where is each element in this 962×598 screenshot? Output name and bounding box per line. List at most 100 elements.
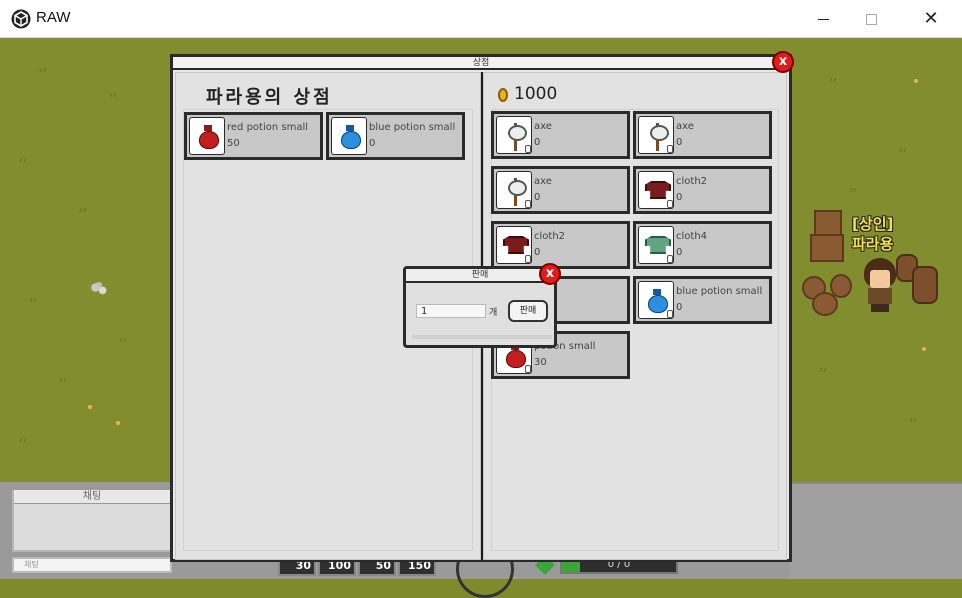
inventory-slot[interactable]: cloth2 0 — [633, 166, 772, 214]
cloth-icon — [645, 181, 671, 199]
close-icon: x — [545, 266, 555, 281]
inventory-slot[interactable]: blue potion small 0 — [633, 276, 772, 324]
item-icon-frame — [496, 171, 532, 209]
chat-input[interactable]: 채팅 — [12, 557, 172, 573]
flower — [86, 404, 94, 410]
quantity-unit: 개 — [489, 308, 498, 318]
sell-button[interactable]: 판매 — [508, 300, 548, 322]
close-icon: x — [778, 54, 788, 69]
crate — [810, 234, 844, 262]
unity-logo-icon — [11, 9, 31, 29]
minimize-button[interactable] — [800, 0, 846, 38]
grass-tuft — [19, 438, 27, 442]
item-price: 50 — [227, 138, 240, 149]
pot — [830, 274, 852, 298]
item-count: 0 — [534, 247, 541, 258]
shop-name: 파라용의 상점 — [206, 87, 333, 108]
lock-icon — [525, 200, 531, 208]
close-button[interactable]: ✕ — [908, 0, 954, 38]
sell-dialog: 판매 개 판매 — [403, 266, 557, 348]
item-icon-frame — [638, 226, 674, 264]
grass-tuft — [119, 338, 127, 342]
grass-tuft — [829, 78, 837, 82]
grass-tuft — [79, 208, 87, 212]
npc-role: [상인] — [852, 215, 894, 233]
lock-icon — [667, 145, 673, 153]
grass-tuft — [39, 68, 47, 72]
crate — [814, 210, 842, 236]
item-icon-frame — [638, 281, 674, 319]
item-icon-frame — [331, 117, 367, 155]
grass-tuft — [849, 188, 857, 192]
minimize-icon — [817, 18, 829, 20]
item-name: axe — [534, 121, 552, 132]
gold-amount: 1000 — [514, 84, 558, 104]
blue-potion-icon — [341, 125, 361, 149]
title-bar: RAW ✕ — [0, 0, 962, 38]
npc-body — [868, 288, 892, 304]
axe-icon — [505, 121, 527, 151]
sell-dialog-footer — [412, 335, 552, 339]
grass-tuft — [909, 418, 917, 422]
item-price: 0 — [369, 138, 376, 149]
cloth-icon — [503, 236, 529, 254]
maximize-button[interactable] — [848, 0, 894, 38]
item-name: cloth2 — [534, 231, 566, 242]
grass-tuft — [59, 378, 67, 382]
stones — [90, 282, 108, 296]
grass-tuft — [819, 368, 827, 372]
barrel — [912, 266, 938, 304]
coin-icon — [498, 88, 508, 102]
cloth-icon — [645, 236, 671, 254]
item-icon-frame — [496, 116, 532, 154]
flower — [920, 346, 928, 352]
inventory-slot[interactable]: cloth2 0 — [491, 221, 630, 269]
item-icon-frame — [638, 116, 674, 154]
lock-icon — [525, 255, 531, 263]
item-count: 0 — [676, 302, 683, 313]
chat-tab[interactable]: 채팅 — [14, 490, 170, 504]
item-icon-frame — [189, 117, 225, 155]
shop-item-slot[interactable]: blue potion small 0 — [326, 112, 465, 160]
maximize-icon — [865, 13, 877, 25]
flower — [114, 420, 122, 426]
npc-face — [870, 270, 890, 288]
lock-icon — [525, 145, 531, 153]
lock-icon — [667, 310, 673, 318]
lock-icon — [525, 365, 531, 373]
flower — [912, 78, 920, 84]
item-name: red potion small — [227, 122, 309, 133]
inventory-slot[interactable]: axe 0 — [633, 111, 772, 159]
item-count: 0 — [676, 247, 683, 258]
axe-icon — [647, 121, 669, 151]
npc-name: 파라용 — [852, 235, 894, 253]
item-icon-frame — [638, 171, 674, 209]
grass-tuft — [29, 298, 37, 302]
close-icon: ✕ — [923, 8, 939, 29]
item-name: axe — [534, 176, 552, 187]
sell-close-button[interactable]: x — [539, 263, 561, 285]
sell-dialog-title: 판매 — [406, 269, 554, 283]
npc-name-tag: [상인] 파라용 — [852, 214, 893, 254]
lock-icon — [667, 200, 673, 208]
quantity-input[interactable] — [416, 304, 486, 318]
shop-item-slot[interactable]: red potion small 50 — [184, 112, 323, 160]
item-icon-frame — [496, 226, 532, 264]
item-count: 0 — [534, 137, 541, 148]
grass-tuft — [109, 93, 117, 97]
inventory-slot[interactable]: cloth4 0 — [633, 221, 772, 269]
item-name: cloth2 — [676, 176, 708, 187]
item-name: cloth4 — [676, 231, 708, 242]
inventory-slot[interactable]: axe 0 — [491, 166, 630, 214]
grass-tuft — [19, 158, 27, 162]
item-name: blue potion small — [676, 286, 763, 297]
item-name: axe — [676, 121, 694, 132]
inventory-slot[interactable]: axe 0 — [491, 111, 630, 159]
shop-close-button[interactable]: x — [772, 51, 794, 73]
axe-icon — [505, 176, 527, 206]
blue-potion-icon — [648, 289, 668, 313]
item-count: 0 — [676, 137, 683, 148]
item-count: 0 — [534, 192, 541, 203]
lock-icon — [667, 255, 673, 263]
window-title: RAW — [36, 9, 71, 26]
